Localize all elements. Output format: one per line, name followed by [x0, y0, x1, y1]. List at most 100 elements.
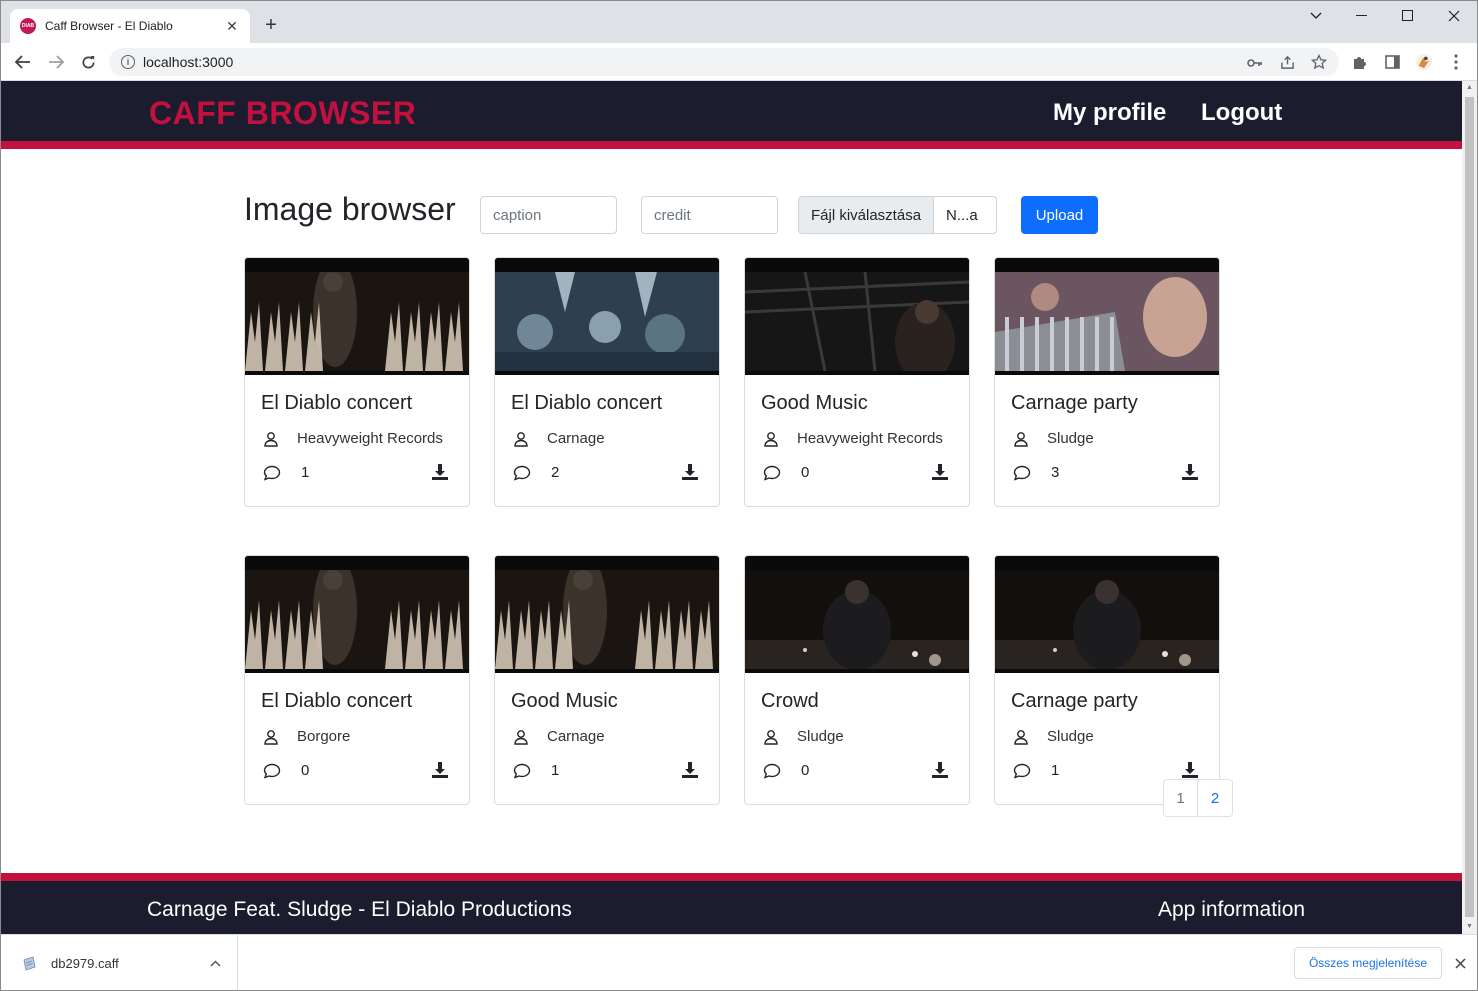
image-card[interactable]: Carnage party Sludge 3	[994, 257, 1220, 507]
app-information-link[interactable]: App information	[1158, 898, 1305, 922]
comment-count: 0	[301, 762, 310, 779]
card-thumbnail[interactable]	[995, 258, 1219, 375]
footer-credits: Carnage Feat. Sludge - El Diablo Product…	[147, 898, 572, 921]
upload-button[interactable]: Upload	[1021, 196, 1098, 234]
url-text: localhost:3000	[143, 54, 234, 70]
credit-input[interactable]	[641, 196, 778, 234]
card-comments[interactable]: 0	[763, 464, 809, 481]
back-arrow-icon[interactable]	[10, 49, 36, 75]
card-credit: Sludge	[1013, 728, 1094, 745]
card-credit: Sludge	[763, 728, 844, 745]
close-download-bar-icon[interactable]	[1451, 954, 1469, 972]
comment-bubble-icon	[263, 465, 291, 481]
card-comments[interactable]: 1	[1013, 762, 1059, 779]
download-icon[interactable]	[681, 463, 699, 481]
card-credit-text: Sludge	[1047, 728, 1094, 745]
tab-title: Caff Browser - El Diablo	[45, 19, 173, 33]
page-scrollbar[interactable]: ▲ ▼	[1462, 81, 1477, 934]
browser-tab[interactable]: DIAB Caff Browser - El Diablo ✕	[10, 9, 250, 43]
card-comments[interactable]: 3	[1013, 464, 1059, 481]
card-credit-text: Heavyweight Records	[797, 430, 943, 447]
image-card[interactable]: Crowd Sludge 0	[744, 555, 970, 805]
page-link-2[interactable]: 2	[1198, 779, 1233, 817]
comment-bubble-icon	[513, 763, 541, 779]
image-card[interactable]: El Diablo concert Heavyweight Records 1	[244, 257, 470, 507]
download-icon[interactable]	[931, 761, 949, 779]
minimize-window-icon[interactable]	[1339, 1, 1385, 31]
forward-arrow-icon[interactable]	[43, 49, 69, 75]
card-credit-text: Carnage	[547, 430, 605, 447]
card-thumbnail[interactable]	[995, 556, 1219, 673]
address-bar[interactable]: i localhost:3000	[109, 48, 1339, 76]
card-comments[interactable]: 2	[513, 464, 559, 481]
card-credit: Carnage	[513, 728, 605, 745]
close-window-icon[interactable]	[1431, 1, 1477, 31]
file-picker[interactable]: Fájl kiválasztása N...a	[798, 196, 997, 234]
download-item[interactable]: db2979.caff	[1, 935, 238, 990]
download-icon[interactable]	[431, 761, 449, 779]
card-title: El Diablo concert	[261, 690, 413, 712]
extensions-puzzle-icon[interactable]	[1351, 53, 1369, 71]
browser-toolbar: i localhost:3000	[1, 43, 1477, 81]
side-panel-icon[interactable]	[1383, 53, 1401, 71]
card-thumbnail[interactable]	[245, 556, 469, 673]
scroll-down-arrow-icon[interactable]: ▼	[1462, 920, 1477, 934]
user-icon	[1013, 729, 1038, 745]
card-credit: Borgore	[263, 728, 350, 745]
image-card[interactable]: El Diablo concert Carnage 2	[494, 257, 720, 507]
download-icon[interactable]	[1181, 761, 1199, 779]
card-title: El Diablo concert	[511, 392, 663, 414]
scrollbar-thumb[interactable]	[1465, 97, 1474, 917]
card-comments[interactable]: 0	[263, 762, 309, 779]
image-card[interactable]: Good Music Heavyweight Records 0	[744, 257, 970, 507]
site-header: CAFF BROWSER My profile Logout	[1, 81, 1463, 149]
image-card[interactable]: Carnage party Sludge 1	[994, 555, 1220, 805]
download-icon[interactable]	[931, 463, 949, 481]
profile-avatar[interactable]	[1415, 53, 1433, 71]
card-credit: Carnage	[513, 430, 605, 447]
download-icon[interactable]	[431, 463, 449, 481]
reload-icon[interactable]	[75, 49, 101, 75]
card-thumbnail[interactable]	[495, 556, 719, 673]
browser-menu-icon[interactable]	[1447, 53, 1465, 71]
card-comments[interactable]: 0	[763, 762, 809, 779]
tab-close-icon[interactable]: ✕	[224, 18, 240, 34]
download-icon[interactable]	[681, 761, 699, 779]
card-credit: Sludge	[1013, 430, 1094, 447]
pagination: 1 2	[1163, 779, 1233, 817]
browser-window: DIAB Caff Browser - El Diablo ✕ + i loca…	[0, 0, 1478, 991]
download-icon[interactable]	[1181, 463, 1199, 481]
caption-input[interactable]	[480, 196, 617, 234]
card-comments[interactable]: 1	[263, 464, 309, 481]
brand-logo[interactable]: CAFF BROWSER	[149, 95, 416, 132]
card-credit: Heavyweight Records	[763, 430, 943, 447]
selected-file-name: N...a	[946, 206, 978, 224]
image-card[interactable]: Good Music Carnage 1	[494, 555, 720, 805]
card-thumbnail[interactable]	[245, 258, 469, 375]
download-file-name: db2979.caff	[51, 956, 119, 971]
share-icon[interactable]	[1279, 54, 1295, 70]
comment-count: 3	[1051, 464, 1060, 481]
comment-bubble-icon	[1013, 465, 1041, 481]
card-thumbnail[interactable]	[495, 258, 719, 375]
nav-logout[interactable]: Logout	[1201, 99, 1282, 127]
key-icon[interactable]	[1247, 55, 1263, 71]
bookmark-star-icon[interactable]	[1311, 54, 1327, 70]
new-tab-button[interactable]: +	[261, 15, 281, 36]
card-thumbnail[interactable]	[745, 258, 969, 375]
page-title: Image browser	[244, 191, 456, 227]
image-card[interactable]: El Diablo concert Borgore 0	[244, 555, 470, 805]
scroll-up-arrow-icon[interactable]: ▲	[1462, 81, 1477, 95]
maximize-window-icon[interactable]	[1385, 1, 1431, 31]
page-link-1[interactable]: 1	[1163, 779, 1198, 817]
page-viewport: CAFF BROWSER My profile Logout Image bro…	[1, 81, 1463, 934]
tab-search-chevron-icon[interactable]	[1293, 1, 1339, 31]
site-info-icon[interactable]: i	[121, 55, 135, 69]
nav-my-profile[interactable]: My profile	[1053, 99, 1166, 127]
download-options-chevron-icon[interactable]	[203, 958, 227, 970]
comment-count: 0	[801, 762, 810, 779]
card-thumbnail[interactable]	[745, 556, 969, 673]
choose-file-button[interactable]: Fájl kiválasztása	[799, 197, 935, 233]
card-comments[interactable]: 1	[513, 762, 559, 779]
show-all-downloads-button[interactable]: Összes megjelenítése	[1294, 947, 1442, 979]
